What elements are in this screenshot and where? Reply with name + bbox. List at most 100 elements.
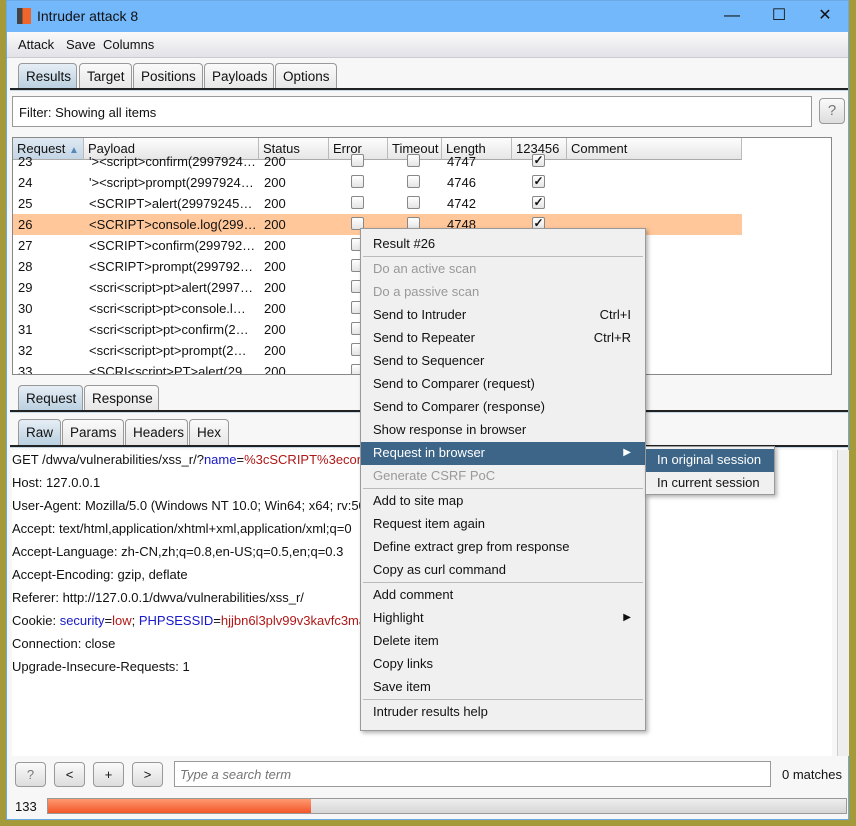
menu-bar: Attack Save Columns: [7, 32, 848, 58]
menu-item-define-extract-grep-from-response[interactable]: Define extract grep from response: [361, 536, 645, 559]
menu-item-result-26[interactable]: Result #26: [361, 233, 645, 256]
menu-item-add-to-site-map[interactable]: Add to site map: [361, 490, 645, 513]
add-button[interactable]: +: [93, 762, 124, 787]
menu-separator: [363, 488, 643, 489]
window-title: Intruder attack 8: [37, 8, 139, 24]
cell-status: 200: [264, 301, 286, 316]
header-line: Accept: text/html,application/xhtml+xml,…: [12, 521, 352, 536]
table-row[interactable]: 25 <SCRIPT>alert(29979245… 200 4742 ✓: [13, 193, 742, 214]
tab-results[interactable]: Results: [18, 63, 77, 89]
tab-response[interactable]: Response: [84, 385, 159, 411]
cell-status: 200: [264, 280, 286, 295]
maximize-button[interactable]: ☐: [759, 5, 799, 27]
table-scrollbar[interactable]: [831, 160, 832, 375]
header-line: Connection: close: [12, 636, 116, 651]
table-row[interactable]: 24 '><script>prompt(2997924… 200 4746 ✓: [13, 172, 742, 193]
menu-item-add-comment[interactable]: Add comment: [361, 584, 645, 607]
menu-item-label: Intruder results help: [373, 704, 488, 719]
menu-item-in-current-session[interactable]: In current session: [646, 472, 774, 495]
progress-count: 133: [15, 799, 37, 814]
tab-options[interactable]: Options: [275, 63, 337, 89]
cell-request: 30: [18, 301, 33, 316]
tab-positions[interactable]: Positions: [133, 63, 203, 89]
cell-payload: <SCRI<script>PT>alert(29…: [89, 364, 256, 375]
menu-item-label: Result #26: [373, 236, 436, 251]
menu-item-save-item[interactable]: Save item: [361, 676, 645, 699]
menu-item-send-to-repeater[interactable]: Send to Repeater Ctrl+R: [361, 327, 645, 350]
menu-attack[interactable]: Attack: [18, 37, 54, 52]
menu-save[interactable]: Save: [66, 37, 96, 52]
minimize-button[interactable]: —: [712, 5, 752, 27]
menu-item-label: Send to Repeater: [373, 330, 475, 345]
next-button[interactable]: >: [132, 762, 163, 787]
menu-item-copy-links[interactable]: Copy links: [361, 653, 645, 676]
cell-length: 4747: [447, 154, 476, 169]
cell-payload: <SCRIPT>confirm(299792…: [89, 238, 256, 253]
tab-hex[interactable]: Hex: [189, 419, 229, 445]
cell-payload: <SCRIPT>alert(29979245…: [89, 196, 253, 211]
cookie-name: PHPSESSID: [138, 613, 214, 628]
menu-item-show-response-in-browser[interactable]: Show response in browser: [361, 419, 645, 442]
tab-target[interactable]: Target: [79, 63, 132, 89]
cell-request: 24: [18, 175, 33, 190]
request-in-browser-submenu: In original session In current session: [645, 446, 775, 495]
timeout-checkbox: [407, 175, 420, 188]
filter-bar[interactable]: Filter: Showing all items: [12, 96, 812, 127]
match-checkbox-checked: ✓: [532, 153, 545, 167]
menu-item-send-to-comparer-request[interactable]: Send to Comparer (request): [361, 373, 645, 396]
cell-payload: <SCRIPT>console.log(299…: [89, 217, 257, 232]
menu-item-in-original-session[interactable]: In original session: [646, 449, 774, 472]
cell-request: 25: [18, 196, 33, 211]
cookie-value: low: [112, 613, 132, 628]
menu-item-do-an-active-scan: Do an active scan: [361, 258, 645, 281]
progress-fill: [48, 799, 312, 813]
cell-payload: '><script>confirm(2997924…: [89, 154, 256, 169]
tab-params[interactable]: Params: [62, 419, 124, 445]
submenu-arrow-icon: ▶: [623, 447, 631, 458]
menu-item-intruder-results-help[interactable]: Intruder results help: [361, 701, 645, 724]
menu-item-do-a-passive-scan: Do a passive scan: [361, 281, 645, 304]
menu-item-copy-as-curl-command[interactable]: Copy as curl command: [361, 559, 645, 582]
param-name: name: [203, 452, 237, 467]
request-line: GET /dwva/vulnerabilities/xss_r/?name=%3…: [12, 452, 364, 467]
timeout-checkbox: [407, 196, 420, 209]
tab-raw[interactable]: Raw: [18, 419, 61, 445]
tab-request[interactable]: Request: [18, 385, 83, 411]
header-line: User-Agent: Mozilla/5.0 (Windows NT 10.0…: [12, 498, 366, 513]
cell-payload: <SCRIPT>prompt(299792…: [89, 259, 254, 274]
menu-separator: [363, 699, 643, 700]
menu-item-label: Delete item: [373, 633, 439, 648]
request-text: GET /dwva/vulnerabilities/xss_r/?: [12, 452, 204, 467]
menu-item-send-to-sequencer[interactable]: Send to Sequencer: [361, 350, 645, 373]
menu-columns[interactable]: Columns: [103, 37, 154, 52]
param-value: %3cSCRIPT%3econ: [244, 452, 365, 467]
cell-request: 28: [18, 259, 33, 274]
table-row[interactable]: 23 '><script>confirm(2997924… 200 4747 ✓: [13, 151, 742, 172]
tab-payloads[interactable]: Payloads: [204, 63, 274, 89]
cell-status: 200: [264, 238, 286, 253]
progress-bar: [47, 798, 847, 814]
cookie-name: security: [59, 613, 105, 628]
request-scrollbar[interactable]: [837, 450, 849, 756]
cell-request: 29: [18, 280, 33, 295]
close-button[interactable]: ✕: [805, 5, 845, 27]
cell-payload: '><script>prompt(2997924…: [89, 175, 254, 190]
menu-item-send-to-comparer-response[interactable]: Send to Comparer (response): [361, 396, 645, 419]
header-line: Accept-Language: zh-CN,zh;q=0.8,en-US;q=…: [12, 544, 344, 559]
header-line: Referer: http://127.0.0.1/dwva/vulnerabi…: [12, 590, 304, 605]
error-checkbox: [351, 154, 364, 167]
menu-item-send-to-intruder[interactable]: Send to Intruder Ctrl+I: [361, 304, 645, 327]
menu-item-label: Generate CSRF PoC: [373, 468, 496, 483]
menu-item-label: Add to site map: [373, 493, 464, 508]
cell-length: 4742: [447, 196, 476, 211]
menu-item-highlight[interactable]: Highlight ▶: [361, 607, 645, 630]
previous-button[interactable]: <: [54, 762, 85, 787]
help-button[interactable]: ?: [15, 762, 46, 787]
menu-item-delete-item[interactable]: Delete item: [361, 630, 645, 653]
menu-item-request-item-again[interactable]: Request item again: [361, 513, 645, 536]
menu-item-label: Add comment: [373, 587, 454, 602]
filter-help-button[interactable]: ?: [819, 98, 845, 124]
tab-headers[interactable]: Headers: [125, 419, 188, 445]
search-input[interactable]: [174, 761, 771, 787]
menu-item-request-in-browser[interactable]: Request in browser ▶: [361, 442, 645, 465]
